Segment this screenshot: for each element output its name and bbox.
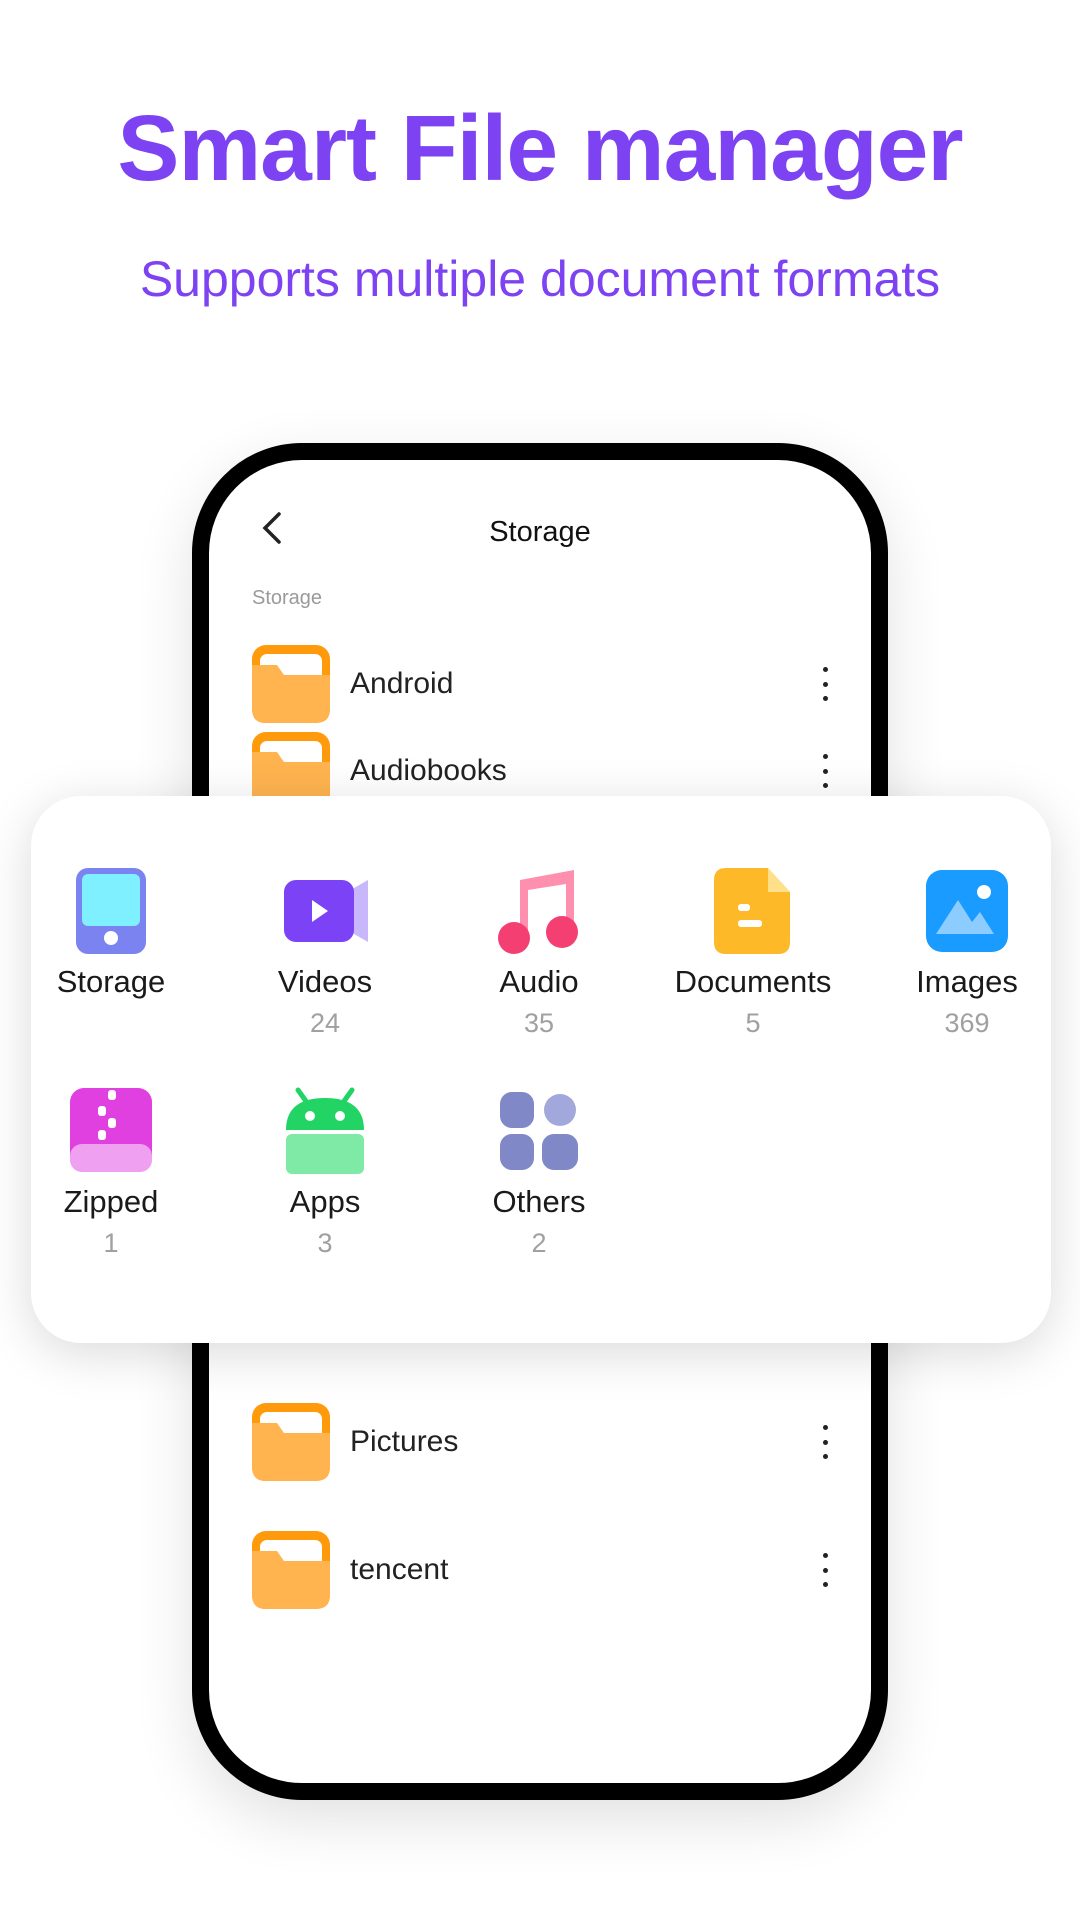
category-apps[interactable]: Apps 3 xyxy=(225,1086,425,1258)
folder-row-android[interactable]: Android xyxy=(252,645,832,723)
grid-apps-icon xyxy=(500,1092,578,1170)
category-zipped[interactable]: Zipped 1 xyxy=(11,1086,211,1258)
category-count: 35 xyxy=(523,1008,555,1038)
phone-storage-icon xyxy=(76,868,146,954)
video-icon xyxy=(284,880,368,942)
category-label: Storage xyxy=(56,964,166,999)
category-videos[interactable]: Videos 24 xyxy=(225,866,425,1038)
hero-title: Smart File manager xyxy=(117,96,963,200)
folder-row-tencent[interactable]: tencent xyxy=(252,1531,832,1609)
category-count: 24 xyxy=(309,1008,341,1038)
category-label: Videos xyxy=(277,964,373,999)
more-options-icon[interactable] xyxy=(820,667,830,701)
category-count: 5 xyxy=(745,1008,761,1038)
category-count xyxy=(11,1008,211,1038)
category-label: Images xyxy=(916,964,1018,999)
folder-name: tencent xyxy=(350,1553,449,1586)
android-icon xyxy=(286,1087,364,1174)
hero-subtitle: Supports multiple document formats xyxy=(139,251,941,307)
more-options-icon[interactable] xyxy=(820,1553,830,1587)
image-icon xyxy=(926,870,1008,952)
category-label: Zipped xyxy=(63,1184,159,1219)
folder-icon xyxy=(252,645,330,723)
folder-name: Android xyxy=(350,667,454,700)
folder-icon xyxy=(252,1531,330,1609)
folder-name: Audiobooks xyxy=(350,754,507,787)
category-count: 3 xyxy=(317,1228,333,1258)
more-options-icon[interactable] xyxy=(820,754,830,788)
category-documents[interactable]: Documents 5 xyxy=(653,866,853,1038)
section-label: Storage xyxy=(252,587,323,609)
category-count: 369 xyxy=(944,1008,990,1038)
folder-name: Pictures xyxy=(350,1425,459,1458)
screen-title: Storage xyxy=(489,516,591,548)
category-images[interactable]: Images 369 xyxy=(867,866,1067,1038)
category-others[interactable]: Others 2 xyxy=(439,1086,639,1258)
category-label: Apps xyxy=(289,1184,361,1219)
category-label: Others xyxy=(492,1184,586,1219)
categories-card: Storage Videos 24 Audio 35 Documents 5 I… xyxy=(31,796,1051,1343)
more-options-icon[interactable] xyxy=(820,1425,830,1459)
folder-icon xyxy=(252,1403,330,1481)
zip-archive-icon xyxy=(70,1088,152,1172)
document-icon xyxy=(714,868,790,954)
category-count: 1 xyxy=(103,1228,119,1258)
category-audio[interactable]: Audio 35 xyxy=(439,866,639,1038)
category-count: 2 xyxy=(531,1228,547,1258)
category-storage[interactable]: Storage xyxy=(11,866,211,1038)
folder-row-pictures[interactable]: Pictures xyxy=(252,1403,832,1481)
music-note-icon xyxy=(498,870,578,954)
category-label: Audio xyxy=(499,964,579,999)
category-label: Documents xyxy=(674,964,832,999)
